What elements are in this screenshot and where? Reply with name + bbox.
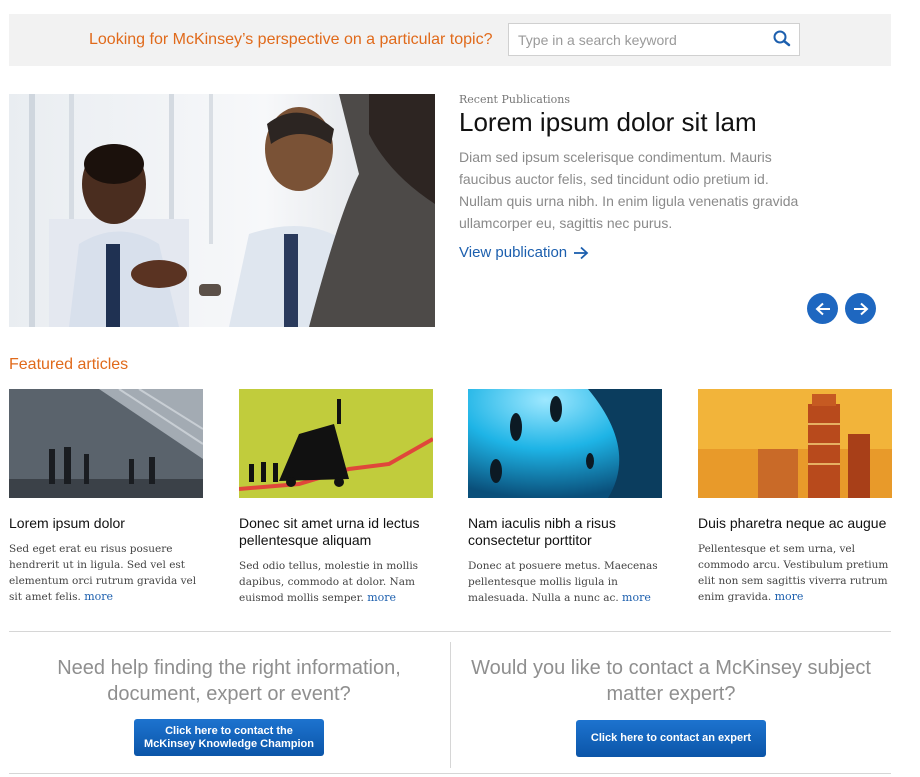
carousel-prev-button[interactable] xyxy=(807,293,838,324)
article-thumbnail[interactable] xyxy=(698,389,892,498)
article-more-link[interactable]: more xyxy=(622,591,651,604)
contact-expert-button[interactable]: Click here to contact an expert xyxy=(576,720,766,757)
carousel-next-button[interactable] xyxy=(845,293,876,324)
hero-kicker: Recent Publications xyxy=(459,93,571,106)
section-divider xyxy=(9,631,891,632)
article-title[interactable]: Donec sit amet urna id lectus pellentesq… xyxy=(239,515,435,549)
article-thumbnail[interactable] xyxy=(9,389,203,498)
article-card: Nam iaculis nibh a risus consectetur por… xyxy=(468,389,664,606)
arrow-right-icon xyxy=(853,302,868,315)
article-more-link[interactable]: more xyxy=(84,590,113,603)
article-card: Duis pharetra neque ac augue Pellentesqu… xyxy=(698,389,894,605)
section-divider xyxy=(9,773,891,774)
article-more-link[interactable]: more xyxy=(367,591,396,604)
search-prompt: Looking for McKinsey’s perspective on a … xyxy=(89,31,493,48)
help-text-knowledge: Need help finding the right information,… xyxy=(57,657,401,705)
view-publication-link[interactable]: View publication xyxy=(459,244,589,261)
search-bar: Looking for McKinsey’s perspective on a … xyxy=(9,14,891,66)
hero-title: Lorem ipsum dolor sit lam xyxy=(459,107,757,137)
search-icon xyxy=(773,30,791,46)
hero-image xyxy=(9,94,435,327)
contact-knowledge-champion-button[interactable]: Click here to contact the McKinsey Knowl… xyxy=(134,719,324,756)
article-excerpt: Sed odio tellus, molestie in mollis dapi… xyxy=(239,558,435,606)
article-thumbnail[interactable] xyxy=(468,389,662,498)
search-button[interactable] xyxy=(769,27,795,53)
arrow-left-icon xyxy=(815,302,830,315)
arrow-right-icon xyxy=(574,246,589,259)
article-excerpt: Pellentesque et sem urna, vel commodo ar… xyxy=(698,541,894,605)
article-title[interactable]: Duis pharetra neque ac augue xyxy=(698,515,894,532)
article-card: Donec sit amet urna id lectus pellentesq… xyxy=(239,389,435,606)
search-box xyxy=(508,23,800,56)
help-column-knowledge: Need help finding the right information,… xyxy=(9,655,449,756)
article-title[interactable]: Nam iaculis nibh a risus consectetur por… xyxy=(468,515,664,549)
help-column-expert: Would you like to contact a McKinsey sub… xyxy=(451,655,891,757)
button-line-2: McKinsey Knowledge Champion xyxy=(144,737,314,750)
hero-body: Diam sed ipsum scelerisque condimentum. … xyxy=(459,149,799,231)
featured-heading: Featured articles xyxy=(9,356,129,373)
article-excerpt: Sed eget erat eu risus posuere hendrerit… xyxy=(9,541,205,605)
article-title[interactable]: Lorem ipsum dolor xyxy=(9,515,205,532)
article-excerpt: Donec at posuere metus. Maecenas pellent… xyxy=(468,558,664,606)
article-more-link[interactable]: more xyxy=(775,590,804,603)
button-line-1: Click here to contact the xyxy=(165,724,293,737)
help-text-expert: Would you like to contact a McKinsey sub… xyxy=(471,657,871,705)
search-input[interactable] xyxy=(509,24,764,55)
article-thumbnail[interactable] xyxy=(239,389,433,498)
view-publication-label: View publication xyxy=(459,244,568,261)
contact-knowledge-champion-label: Click here to contact the McKinsey Knowl… xyxy=(144,725,314,751)
article-card: Lorem ipsum dolor Sed eget erat eu risus… xyxy=(9,389,205,605)
